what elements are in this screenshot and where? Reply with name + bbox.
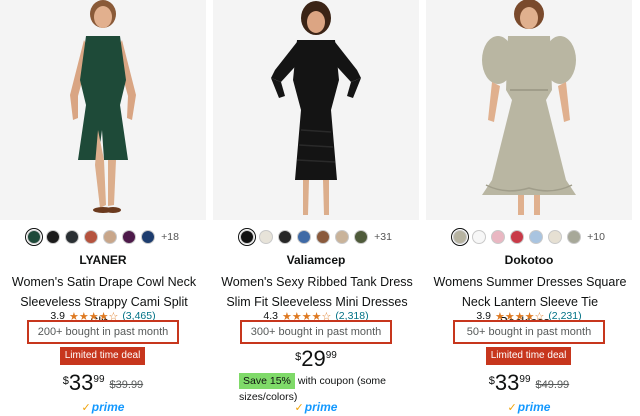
- price-cents: 99: [93, 374, 105, 385]
- product-card[interactable]: +18 LYANER Women's Satin Drape Cowl Neck…: [0, 0, 206, 416]
- more-colors-link[interactable]: +31: [374, 231, 392, 243]
- price-cents: 99: [325, 350, 337, 361]
- brand-name: Valiamcep: [286, 253, 346, 267]
- brand-name: LYANER: [79, 253, 127, 267]
- color-swatch[interactable]: [84, 230, 99, 244]
- prime-label: prime: [517, 400, 551, 414]
- prime-check-icon: ✓: [507, 402, 517, 414]
- color-swatch[interactable]: [103, 230, 118, 244]
- list-price: $39.99: [109, 379, 144, 391]
- bought-in-past-month-badge: 50+ bought in past month: [453, 320, 605, 344]
- price-row: $ 29 99: [213, 348, 419, 370]
- color-swatch[interactable]: [46, 230, 61, 244]
- color-swatch[interactable]: [259, 230, 274, 244]
- color-swatches: +18: [0, 228, 206, 246]
- color-swatch[interactable]: [510, 230, 525, 244]
- color-swatch[interactable]: [491, 230, 506, 244]
- product-grid: +18 LYANER Women's Satin Drape Cowl Neck…: [0, 0, 640, 416]
- color-swatch[interactable]: [451, 228, 470, 246]
- prime-badge: ✓prime: [426, 400, 632, 414]
- prime-badge: ✓prime: [213, 400, 419, 414]
- prime-label: prime: [304, 400, 338, 414]
- color-swatch[interactable]: [316, 230, 331, 244]
- price[interactable]: $ 33 99: [63, 372, 105, 394]
- product-card[interactable]: +31 Valiamcep Women's Sexy Ribbed Tank D…: [213, 0, 419, 416]
- color-swatch[interactable]: [278, 230, 293, 244]
- product-card[interactable]: +10 Dokotoo Womens Summer Dresses Square…: [426, 0, 632, 416]
- price-row: $ 33 99 $39.99: [0, 372, 206, 394]
- limited-time-deal-badge: Limited time deal: [486, 347, 571, 365]
- color-swatches: +10: [426, 228, 632, 246]
- color-swatch[interactable]: [335, 230, 350, 244]
- bought-in-past-month-badge: 200+ bought in past month: [27, 320, 179, 344]
- color-swatch[interactable]: [122, 230, 137, 244]
- price-cents: 99: [519, 374, 531, 385]
- color-swatches: +31: [213, 228, 419, 246]
- product-image[interactable]: [213, 0, 419, 220]
- brand-name: Dokotoo: [504, 253, 554, 267]
- prime-label: prime: [91, 400, 125, 414]
- coupon-badge[interactable]: Save 15%: [239, 373, 295, 389]
- list-price: $49.99: [535, 379, 570, 391]
- limited-time-deal-badge: Limited time deal: [60, 347, 145, 365]
- title-line[interactable]: Women's Sexy Ribbed Tank Dress: [219, 272, 415, 292]
- title-line[interactable]: Womens Summer Dresses Square: [432, 272, 628, 292]
- more-colors-link[interactable]: +10: [587, 231, 605, 243]
- color-swatch[interactable]: [141, 230, 156, 244]
- color-swatch[interactable]: [472, 230, 487, 244]
- price-row: $ 33 99 $49.99: [426, 372, 632, 394]
- title-line[interactable]: Women's Satin Drape Cowl Neck: [6, 272, 202, 292]
- price-whole: 33: [494, 370, 520, 395]
- price[interactable]: $ 29 99: [295, 348, 337, 370]
- color-swatch[interactable]: [65, 230, 80, 244]
- color-swatch[interactable]: [25, 228, 44, 246]
- color-swatch[interactable]: [567, 230, 582, 244]
- color-swatch[interactable]: [238, 228, 257, 246]
- prime-check-icon: ✓: [81, 402, 91, 414]
- prime-badge: ✓prime: [0, 400, 206, 414]
- color-swatch[interactable]: [297, 230, 312, 244]
- color-swatch[interactable]: [548, 230, 563, 244]
- price-whole: 33: [68, 370, 94, 395]
- price[interactable]: $ 33 99: [489, 372, 531, 394]
- prime-check-icon: ✓: [294, 402, 304, 414]
- more-colors-link[interactable]: +18: [161, 231, 179, 243]
- product-image[interactable]: [0, 0, 206, 220]
- product-image[interactable]: [426, 0, 632, 220]
- bought-in-past-month-badge: 300+ bought in past month: [240, 320, 392, 344]
- price-whole: 29: [301, 346, 326, 371]
- product-title[interactable]: Women's Sexy Ribbed Tank Dress Slim Fit …: [219, 272, 415, 312]
- color-swatch[interactable]: [529, 230, 544, 244]
- color-swatch[interactable]: [354, 230, 369, 244]
